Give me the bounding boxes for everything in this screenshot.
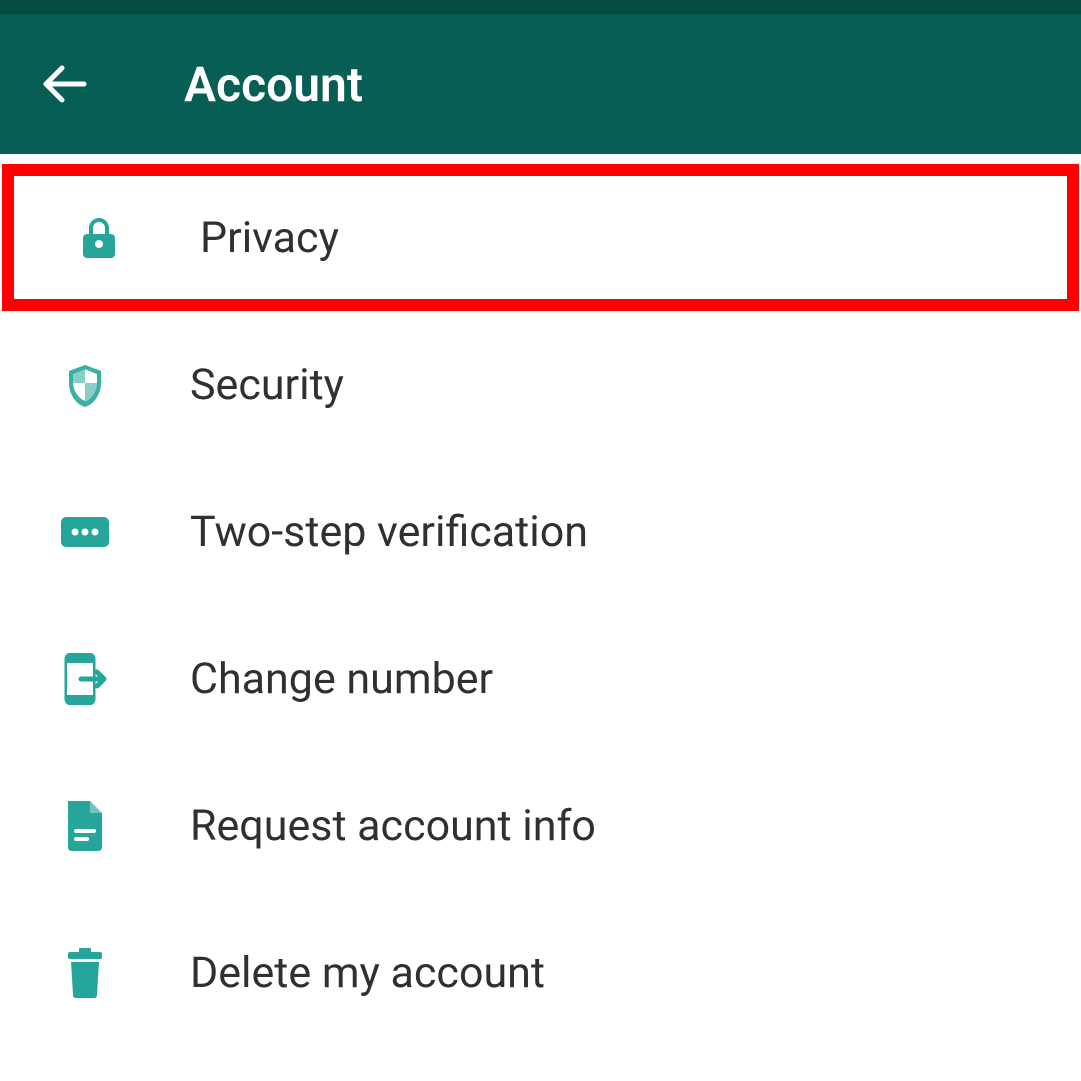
settings-list: Privacy Security Two-step verification bbox=[0, 154, 1081, 1046]
arrow-left-icon bbox=[40, 60, 88, 108]
document-icon bbox=[60, 801, 110, 851]
shield-icon bbox=[60, 360, 110, 410]
trash-icon bbox=[60, 948, 110, 998]
status-bar bbox=[0, 0, 1081, 14]
header: Account bbox=[0, 14, 1081, 154]
phone-arrow-icon bbox=[60, 654, 110, 704]
list-item-change-number[interactable]: Change number bbox=[0, 605, 1081, 752]
page-title: Account bbox=[184, 56, 363, 113]
item-label: Delete my account bbox=[190, 948, 545, 998]
lock-icon bbox=[74, 213, 124, 263]
item-label: Privacy bbox=[200, 213, 339, 263]
list-item-two-step[interactable]: Two-step verification bbox=[0, 458, 1081, 605]
item-label: Request account info bbox=[190, 801, 596, 851]
dots-icon bbox=[60, 507, 110, 557]
list-item-security[interactable]: Security bbox=[0, 311, 1081, 458]
list-item-request-info[interactable]: Request account info bbox=[0, 752, 1081, 899]
item-label: Two-step verification bbox=[190, 507, 588, 557]
list-item-delete-account[interactable]: Delete my account bbox=[0, 899, 1081, 1046]
item-label: Security bbox=[190, 360, 344, 410]
back-button[interactable] bbox=[40, 60, 88, 108]
item-label: Change number bbox=[190, 654, 493, 704]
list-item-privacy[interactable]: Privacy bbox=[2, 164, 1079, 311]
